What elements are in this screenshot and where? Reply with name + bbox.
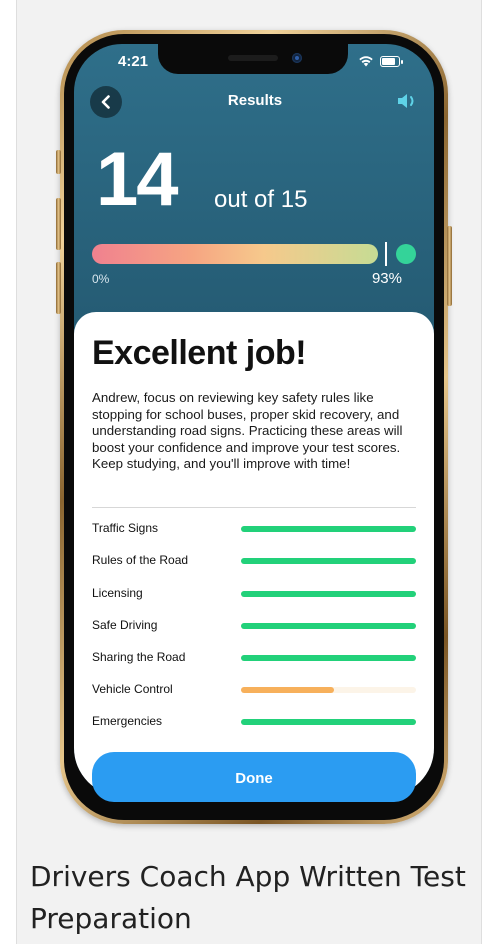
front-camera xyxy=(292,53,302,63)
category-row: Emergencies xyxy=(92,712,416,732)
category-row: Traffic Signs xyxy=(92,519,416,539)
volume-down-button xyxy=(56,262,61,314)
status-icons xyxy=(358,54,404,68)
category-bar xyxy=(241,655,416,661)
battery-icon xyxy=(380,56,403,67)
result-headline: Excellent job! xyxy=(92,334,307,372)
category-bar-fill xyxy=(241,687,334,693)
category-label: Rules of the Road xyxy=(92,553,189,567)
category-bar-fill xyxy=(241,655,416,661)
back-button[interactable] xyxy=(90,86,122,118)
category-row: Rules of the Road xyxy=(92,551,416,571)
power-button xyxy=(447,226,452,306)
category-bar-fill xyxy=(241,719,416,725)
category-row: Safe Driving xyxy=(92,616,416,636)
speaker-icon[interactable] xyxy=(396,92,420,110)
earpiece-speaker xyxy=(228,55,278,61)
category-bar xyxy=(241,526,416,532)
category-label: Safe Driving xyxy=(92,618,158,632)
chevron-left-icon xyxy=(101,95,110,109)
volume-up-button xyxy=(56,198,61,250)
advice-text: Andrew, focus on reviewing key safety ru… xyxy=(92,390,403,471)
category-bar xyxy=(241,591,416,597)
done-button[interactable]: Done xyxy=(92,752,416,802)
category-row: Vehicle Control xyxy=(92,680,416,700)
score-out-of: out of 15 xyxy=(214,186,308,213)
progress-end-dot xyxy=(396,244,416,264)
category-label: Emergencies xyxy=(92,714,163,728)
progress-marker xyxy=(385,242,387,266)
category-bar xyxy=(241,558,416,564)
score-correct: 14 xyxy=(96,137,179,222)
status-time: 4:21 xyxy=(118,53,149,70)
progress-percent-label: 93% xyxy=(371,270,402,287)
category-bar xyxy=(241,687,416,693)
category-label: Traffic Signs xyxy=(92,521,159,535)
category-label: Sharing the Road xyxy=(92,650,186,664)
category-bar-fill xyxy=(241,558,416,564)
category-label: Licensing xyxy=(92,586,143,600)
category-row: Licensing xyxy=(92,584,416,604)
divider xyxy=(92,507,416,508)
mute-switch xyxy=(56,150,61,174)
category-bar-fill xyxy=(241,623,416,629)
category-label: Vehicle Control xyxy=(92,682,173,696)
category-bar-fill xyxy=(241,591,416,597)
page-title: Results xyxy=(227,92,283,109)
category-bar xyxy=(241,623,416,629)
wifi-icon xyxy=(359,56,373,67)
progress-min-label: 0% xyxy=(92,272,110,286)
category-bar-fill xyxy=(241,526,416,532)
category-bar xyxy=(241,719,416,725)
score-progress-bar xyxy=(92,244,378,264)
app-caption: Drivers Coach App Written Test Preparati… xyxy=(30,860,466,935)
category-row: Sharing the Road xyxy=(92,648,416,668)
